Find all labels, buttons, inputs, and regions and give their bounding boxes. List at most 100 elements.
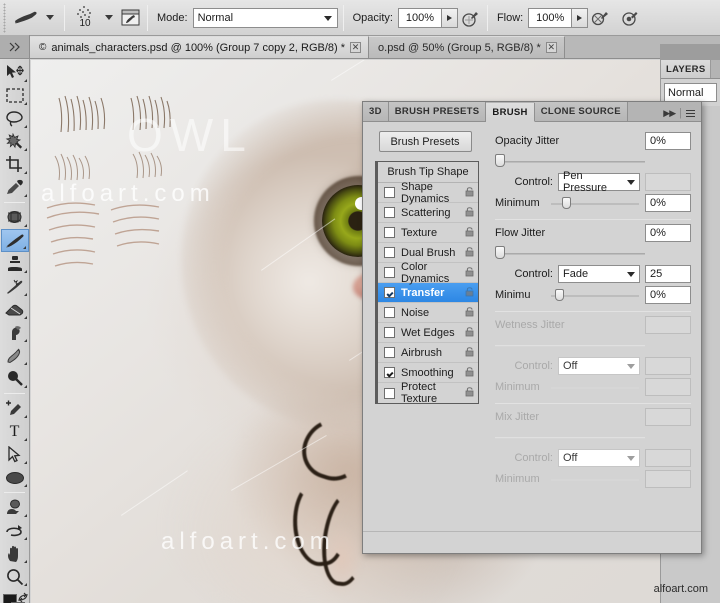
checkbox-scattering[interactable] [384, 207, 395, 218]
opacity-jitter-slider[interactable] [495, 154, 691, 168]
tab-close-icon-1[interactable]: ✕ [545, 42, 557, 53]
eyedropper-tool[interactable] [1, 176, 29, 199]
3d-rotate-tool[interactable] [1, 496, 29, 519]
brush-option-scattering[interactable]: Scattering [378, 203, 478, 223]
flow-jitter-minimum-slider[interactable] [551, 288, 639, 302]
document-tab-inactive[interactable]: o.psd @ 50% (Group 5, RGB/8) * ✕ [369, 36, 565, 58]
path-selection-tool[interactable] [1, 443, 29, 466]
eraser-tool[interactable] [1, 298, 29, 321]
lock-icon-smoothing[interactable] [465, 366, 475, 380]
tab-close-icon-0[interactable]: ✕ [350, 42, 362, 53]
opacity-jitter-value[interactable]: 0% [645, 132, 691, 150]
gradient-tool[interactable] [1, 321, 29, 344]
checkbox-smoothing[interactable] [384, 367, 395, 378]
pressure-opacity-icon[interactable] [458, 6, 482, 30]
blend-mode-select[interactable]: Normal [192, 7, 338, 28]
opacity-jitter-minimum-slider[interactable] [551, 196, 639, 210]
lock-icon-scattering[interactable] [465, 206, 475, 220]
mix-jitter-value [645, 408, 691, 426]
checkbox-transfer[interactable] [384, 287, 395, 298]
healing-brush-tool[interactable] [1, 206, 29, 229]
toggle-brush-panel-button[interactable] [118, 6, 142, 30]
type-tool[interactable]: T [1, 420, 29, 443]
brush-option-transfer[interactable]: Transfer [378, 283, 478, 303]
brush-option-color-dynamics[interactable]: Color Dynamics [378, 261, 478, 285]
brush-preview-dropdown-icon[interactable] [46, 15, 54, 20]
double-chevron-right-icon[interactable]: ▶▶ [663, 108, 676, 119]
lock-icon-color-dynamics[interactable] [465, 266, 475, 280]
lock-icon-noise[interactable] [465, 306, 475, 320]
airbrush-icon[interactable] [618, 6, 642, 30]
lock-icon-transfer[interactable] [465, 286, 475, 300]
opacity-input[interactable]: 100% [397, 7, 442, 28]
ellipse-shape-tool[interactable] [1, 466, 29, 489]
layer-blend-mode-select[interactable]: Normal [664, 83, 717, 102]
brush-size-dropdown-icon[interactable] [105, 15, 113, 20]
brush-option-noise[interactable]: Noise [378, 303, 478, 323]
flow-input[interactable]: 100% [528, 7, 573, 28]
flow-stepper[interactable] [572, 7, 589, 28]
dock-collapse-button[interactable] [0, 35, 30, 58]
pressure-flow-icon[interactable] [588, 6, 612, 30]
quick-selection-tool[interactable] [1, 130, 29, 153]
tab-brush-presets[interactable]: BRUSH PRESETS [388, 102, 487, 121]
lasso-tool[interactable] [1, 107, 29, 130]
tab-brush[interactable]: BRUSH [486, 103, 535, 122]
opacity-jitter-control-select[interactable]: Pen Pressure [558, 170, 640, 194]
tab-clone-source[interactable]: CLONE SOURCE [534, 102, 628, 121]
flow-jitter-minimum-value[interactable]: 0% [645, 286, 691, 304]
flow-jitter-control-select[interactable]: Fade [558, 265, 640, 283]
brush-option-wet-edges[interactable]: Wet Edges [378, 323, 478, 343]
opacity-jitter-minimum-value[interactable]: 0% [645, 194, 691, 212]
3d-orbit-tool[interactable] [1, 519, 29, 542]
checkbox-dual-brush[interactable] [384, 247, 395, 258]
panel-menu-icon[interactable] [686, 109, 695, 117]
hand-tool[interactable] [1, 542, 29, 565]
lock-icon-dual-brush[interactable] [465, 246, 475, 260]
lock-icon-airbrush[interactable] [465, 346, 475, 360]
brush-option-smoothing[interactable]: Smoothing [378, 363, 478, 383]
color-swatches[interactable] [1, 592, 29, 603]
brush-tool[interactable] [0, 229, 29, 252]
brush-presets-button[interactable]: Brush Presets [378, 131, 472, 152]
tab-layers[interactable]: LAYERS [661, 60, 712, 78]
lock-icon-protect-texture[interactable] [465, 386, 475, 400]
brush-option-airbrush[interactable]: Airbrush [378, 343, 478, 363]
flow-jitter-slider[interactable] [495, 246, 691, 260]
checkbox-shape-dynamics[interactable] [384, 187, 395, 198]
opacity-jitter-control-extra[interactable] [645, 173, 691, 191]
dodge-tool[interactable] [1, 367, 29, 390]
checkbox-protect-texture[interactable] [384, 387, 395, 399]
checkbox-color-dynamics[interactable] [384, 267, 395, 278]
history-brush-tool[interactable] [1, 275, 29, 298]
checkbox-noise[interactable] [384, 307, 395, 318]
lock-icon-shape-dynamics[interactable] [465, 186, 475, 200]
checkbox-texture[interactable] [384, 227, 395, 238]
flow-jitter-value[interactable]: 0% [645, 224, 691, 242]
tab-3d[interactable]: 3D [363, 102, 389, 121]
brush-option-texture[interactable]: Texture [378, 223, 478, 243]
move-tool[interactable] [1, 61, 29, 84]
swap-colors-icon[interactable] [17, 592, 29, 603]
label-noise: Noise [401, 306, 430, 319]
tab-title-0: animals_characters.psd @ 100% (Group 7 c… [51, 41, 346, 54]
document-tab-active[interactable]: © animals_characters.psd @ 100% (Group 7… [30, 36, 370, 58]
checkbox-airbrush[interactable] [384, 347, 395, 358]
marquee-tool[interactable] [1, 84, 29, 107]
label-airbrush: Airbrush [401, 346, 442, 359]
flow-jitter-fade-steps[interactable]: 25 [645, 265, 691, 283]
options-bar-grip[interactable] [1, 2, 11, 33]
opacity-stepper[interactable] [441, 7, 458, 28]
brush-option-shape-dynamics[interactable]: Shape Dynamics [378, 181, 478, 205]
blur-tool[interactable] [1, 344, 29, 367]
clone-stamp-tool[interactable] [1, 252, 29, 275]
brush-preview-icon[interactable] [11, 5, 41, 31]
checkbox-wet-edges[interactable] [384, 327, 395, 338]
pen-tool[interactable] [1, 397, 29, 420]
brush-option-protect-texture[interactable]: Protect Texture [378, 381, 478, 405]
lock-icon-wet-edges[interactable] [465, 326, 475, 340]
lock-icon-texture[interactable] [465, 226, 475, 240]
brush-size-display[interactable]: 10 [70, 6, 100, 29]
zoom-tool[interactable] [1, 565, 29, 588]
crop-tool[interactable] [1, 153, 29, 176]
